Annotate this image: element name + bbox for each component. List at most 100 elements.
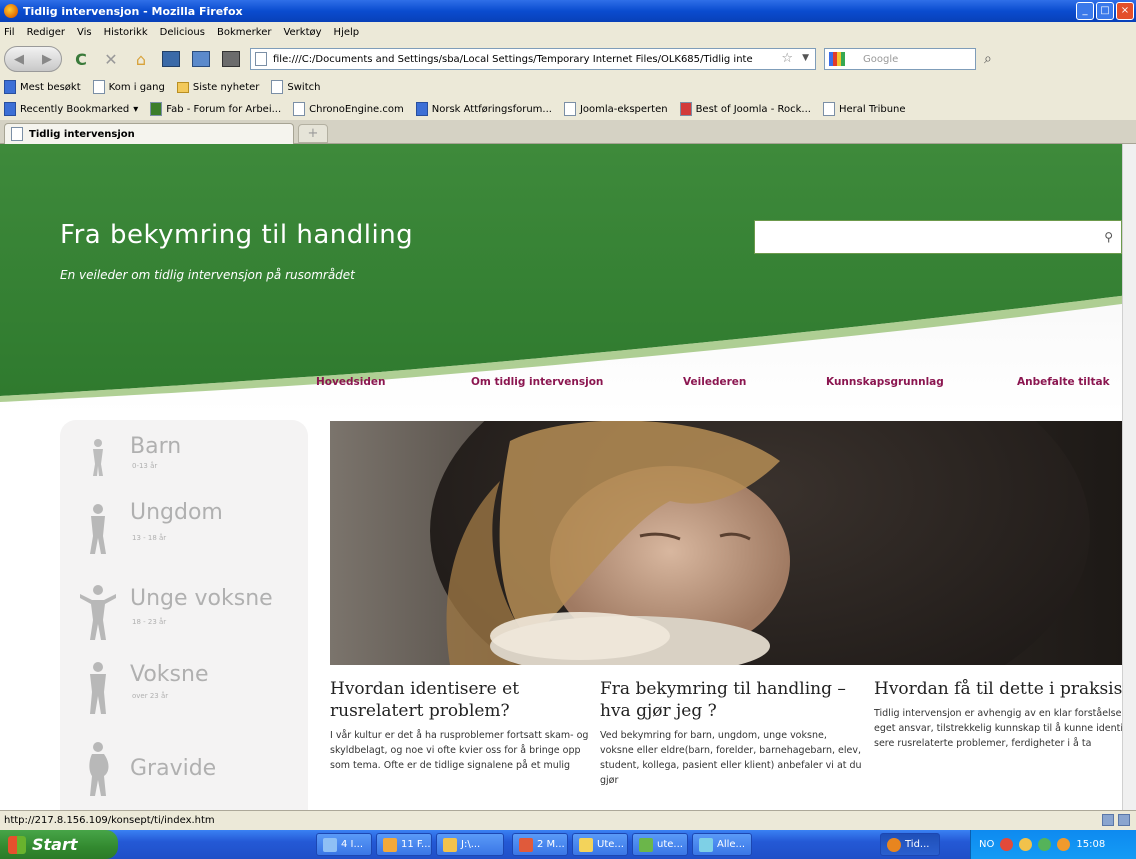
- bookmark-star-icon[interactable]: ☆: [781, 51, 793, 66]
- title-bar[interactable]: Tidlig intervensjon - Mozilla Firefox _ …: [0, 0, 1136, 22]
- bookmark-switch[interactable]: Switch: [271, 80, 320, 94]
- group-voksne[interactable]: Voksne over 23 år: [60, 658, 308, 728]
- close-button[interactable]: ×: [1116, 2, 1134, 20]
- nav-veilederen[interactable]: Veilederen: [683, 376, 746, 388]
- url-dropdown-icon[interactable]: ▼: [802, 53, 809, 63]
- page-icon: [271, 80, 284, 94]
- menu-edit[interactable]: Rediger: [27, 27, 65, 38]
- hero-photo: [330, 421, 1123, 665]
- article-column-2: Fra bekymring til handling – hva gjør je…: [600, 678, 862, 788]
- group-label: Voksne: [130, 662, 209, 687]
- bookmark-fab-forum[interactable]: Fab - Forum for Arbei...: [150, 102, 281, 116]
- bookmark-joomla-eksperten[interactable]: Joomla-eksperten: [563, 102, 668, 116]
- bookmark-norsk-attforingsforum[interactable]: Norsk Attføringsforum...: [415, 102, 552, 116]
- fab-icon: [150, 102, 163, 116]
- child-figure-icon: [93, 439, 103, 476]
- window-title: Tidlig intervensjon - Mozilla Firefox: [23, 4, 243, 18]
- tray-icon[interactable]: [1019, 838, 1033, 851]
- forward-icon[interactable]: ▶: [42, 52, 52, 67]
- tab-label: Tidlig intervensjon: [29, 128, 135, 140]
- page-icon: [255, 52, 267, 66]
- article-2-title[interactable]: Fra bekymring til handling – hva gjør je…: [600, 678, 862, 722]
- bookmarks-toolbar: Mest besøkt Kom i gang Siste nyheter Swi…: [0, 76, 1136, 98]
- taskbar-item-1[interactable]: 4 I...: [316, 833, 372, 856]
- youth-figure-icon: [90, 504, 106, 554]
- status-bar: http://217.8.156.109/konsept/ti/index.ht…: [0, 810, 1136, 830]
- rss-folder-icon: [176, 81, 189, 93]
- menu-history[interactable]: Historikk: [104, 27, 148, 38]
- group-barn[interactable]: Barn 0-13 år: [60, 430, 308, 490]
- bookmark-heral-tribune[interactable]: Heral Tribune: [822, 102, 906, 116]
- menu-tools[interactable]: Verktøy: [283, 27, 321, 38]
- page-content: Fra bekymring til handling En veileder o…: [0, 144, 1136, 810]
- taskbar-item-6[interactable]: ute...: [632, 833, 688, 856]
- language-indicator[interactable]: NO: [979, 839, 994, 850]
- reload-icon[interactable]: C: [70, 48, 92, 70]
- bookmark-most-visited[interactable]: Mest besøkt: [4, 80, 81, 94]
- site-title: Fra bekymring til handling: [60, 220, 414, 250]
- page-icon: [92, 80, 105, 94]
- nav-hovedsiden[interactable]: Hovedsiden: [316, 376, 385, 388]
- home-icon[interactable]: ⌂: [130, 48, 152, 70]
- taskbar-item-2[interactable]: 11 F...: [376, 833, 432, 856]
- taskbar-item-firefox[interactable]: Tid...: [880, 833, 940, 856]
- nav-om-tidlig-intervensjon[interactable]: Om tidlig intervensjon: [471, 376, 603, 388]
- search-icon[interactable]: ⚲: [1104, 230, 1113, 244]
- article-1-title[interactable]: Hvordan identisere et rusrelatert proble…: [330, 678, 592, 722]
- delicious-icon: [4, 102, 16, 116]
- addon-icon[interactable]: [1102, 814, 1114, 826]
- group-ungdom[interactable]: Ungdom 13 - 18 år: [60, 498, 308, 568]
- menu-help[interactable]: Hjelp: [334, 27, 360, 38]
- new-tab-button[interactable]: +: [298, 124, 328, 143]
- taskbar: Start 4 I... 11 F... J:\... 2 M... Ute..…: [0, 830, 1136, 859]
- save-icon[interactable]: [220, 48, 242, 70]
- bookmark-getting-started[interactable]: Kom i gang: [92, 80, 165, 94]
- tray-icon[interactable]: [1057, 838, 1071, 851]
- group-unge-voksne[interactable]: Unge voksne 18 - 23 år: [60, 580, 308, 652]
- navigation-toolbar: ◀ ▶ C ✕ ⌂ file:///C:/Documents and Setti…: [0, 42, 1136, 76]
- app-icon: [579, 837, 593, 852]
- group-gravide[interactable]: Gravide: [60, 738, 308, 808]
- screenshot-icon[interactable]: [160, 48, 182, 70]
- taskbar-item-4[interactable]: 2 M...: [512, 833, 568, 856]
- app-icon: [383, 837, 397, 852]
- group-age: 18 - 23 år: [132, 618, 167, 626]
- address-bar[interactable]: file:///C:/Documents and Settings/sba/Lo…: [250, 48, 816, 70]
- article-column-1: Hvordan identisere et rusrelatert proble…: [330, 678, 592, 773]
- resize-grip-icon[interactable]: [1118, 814, 1130, 826]
- minimize-button[interactable]: _: [1076, 2, 1094, 20]
- menu-view[interactable]: Vis: [77, 27, 92, 38]
- nav-kunnskapsgrunnlag[interactable]: Kunnskapsgrunnlag: [826, 376, 944, 388]
- search-box[interactable]: Google: [824, 48, 976, 70]
- nav-anbefalte-tiltak[interactable]: Anbefalte tiltak: [1017, 376, 1110, 388]
- google-icon[interactable]: [829, 52, 845, 66]
- bookmark-recently-bookmarked[interactable]: Recently Bookmarked ▾: [4, 102, 138, 116]
- taskbar-item-5[interactable]: Ute...: [572, 833, 628, 856]
- site-search-input[interactable]: ⚲: [754, 220, 1122, 254]
- taskbar-item-3[interactable]: J:\...: [436, 833, 504, 856]
- young-adult-figure-icon: [80, 585, 116, 640]
- bookmark-chronoengine[interactable]: ChronoEngine.com: [293, 102, 404, 116]
- tray-icon[interactable]: [1038, 838, 1052, 851]
- article-3-title[interactable]: Hvordan få til dette i praksis?: [874, 678, 1136, 700]
- screen: Tidlig intervensjon - Mozilla Firefox _ …: [0, 0, 1136, 859]
- tray-icon[interactable]: [1000, 838, 1014, 851]
- start-button[interactable]: Start: [0, 830, 118, 859]
- stop-icon[interactable]: ✕: [100, 48, 122, 70]
- folder-icon: [443, 837, 457, 852]
- menu-bookmarks[interactable]: Bokmerker: [217, 27, 271, 38]
- back-forward-buttons[interactable]: ◀ ▶: [4, 46, 62, 72]
- vertical-scrollbar[interactable]: [1122, 144, 1136, 810]
- tab-tidlig-intervensjon[interactable]: Tidlig intervensjon: [4, 123, 294, 144]
- maximize-button[interactable]: □: [1096, 2, 1114, 20]
- search-icon[interactable]: ⌕: [984, 51, 992, 67]
- bookmark-latest-news[interactable]: Siste nyheter: [176, 81, 259, 93]
- taskbar-item-7[interactable]: Alle...: [692, 833, 752, 856]
- menu-file[interactable]: Fil: [4, 27, 15, 38]
- menu-delicious[interactable]: Delicious: [160, 27, 205, 38]
- clock[interactable]: 15:08: [1076, 839, 1105, 850]
- url-text[interactable]: file:///C:/Documents and Settings/sba/Lo…: [273, 54, 753, 65]
- back-icon[interactable]: ◀: [14, 52, 24, 67]
- bookmark-best-of-joomla[interactable]: Best of Joomla - Rock...: [679, 102, 811, 116]
- window-icon[interactable]: [190, 48, 212, 70]
